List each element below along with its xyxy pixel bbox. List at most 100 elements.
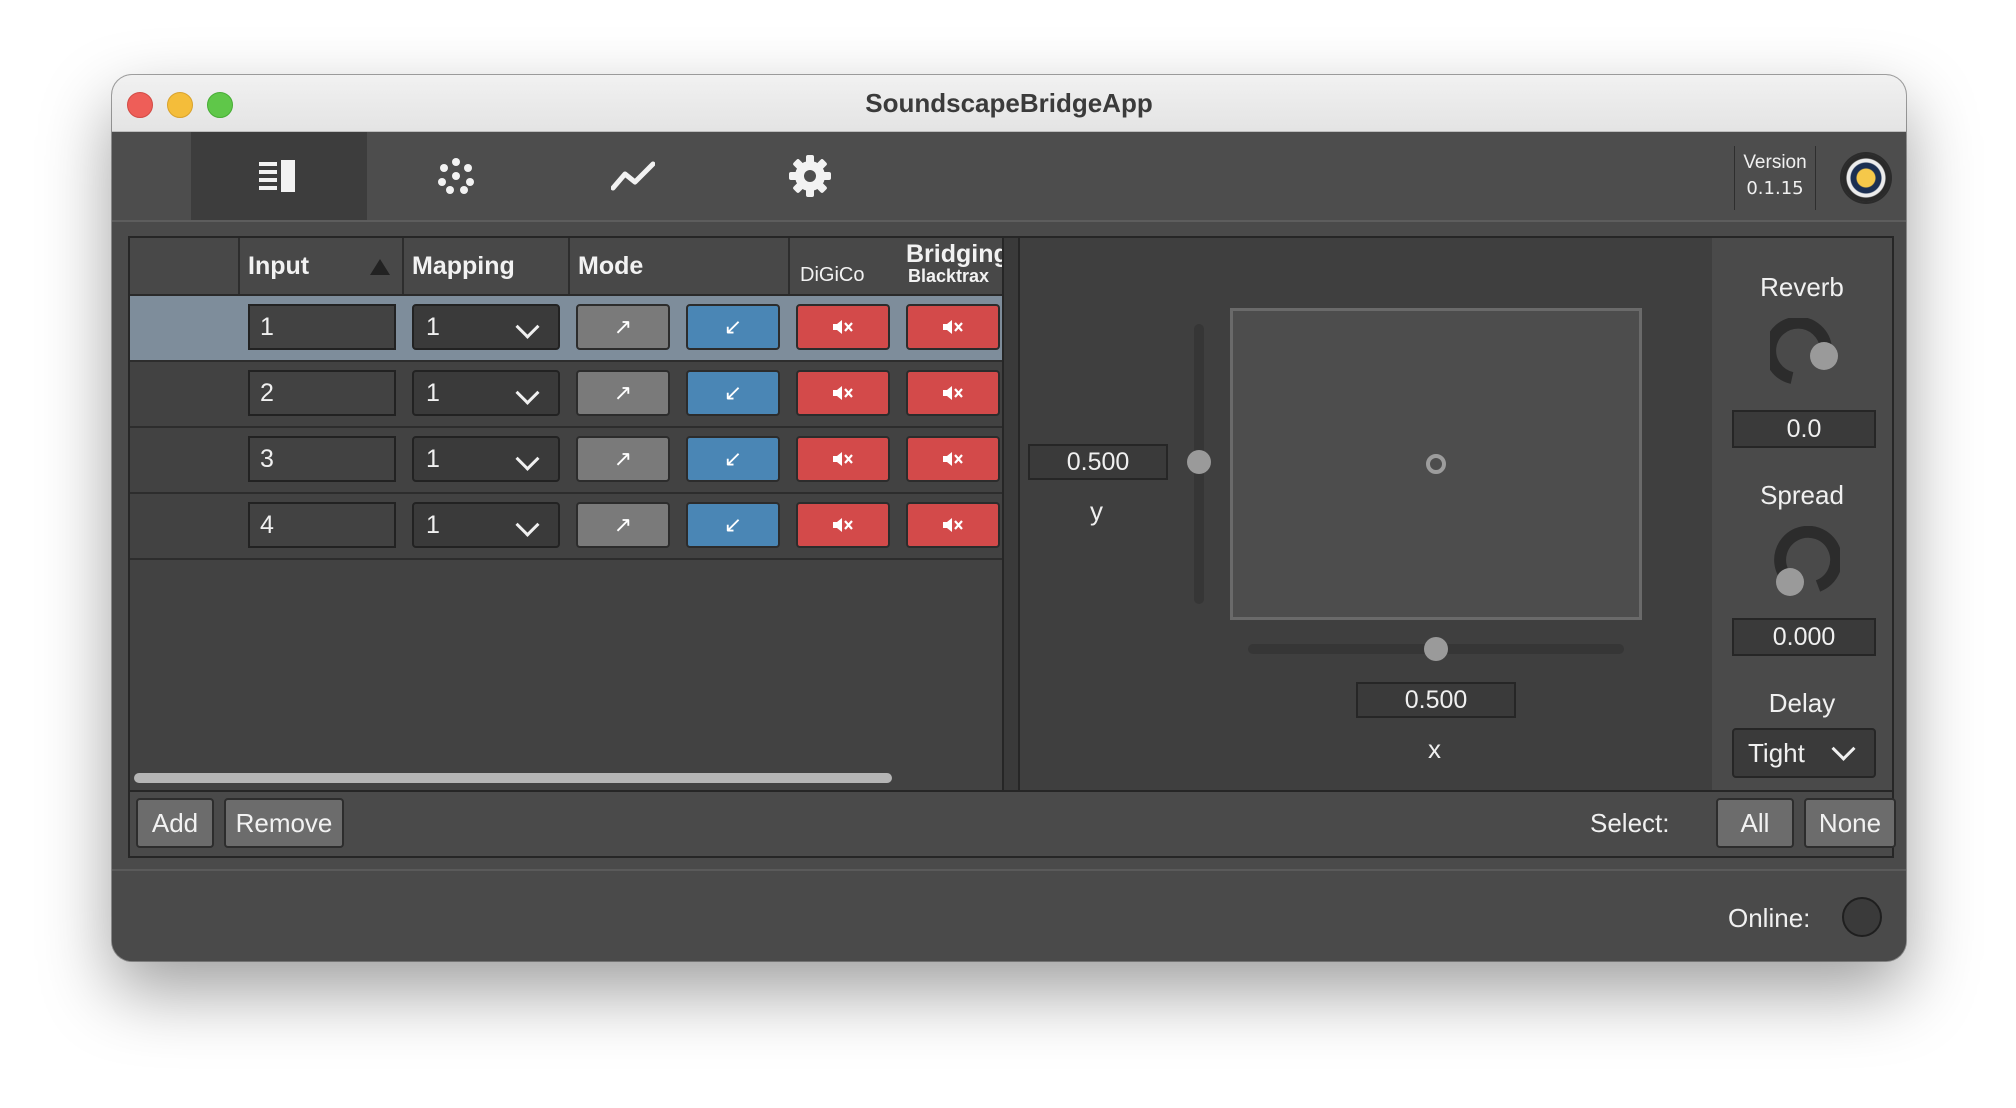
panel-divider[interactable]: [1002, 238, 1020, 790]
main-content: Input Mapping Mode Bridging DiGiCo Black…: [128, 236, 1896, 858]
spread-value-field[interactable]: 0.000: [1732, 618, 1876, 656]
input-number-field[interactable]: 2: [248, 370, 396, 416]
input-number-field[interactable]: 3: [248, 436, 396, 482]
spread-label: Spread: [1760, 480, 1844, 510]
speaker-muted-icon: [943, 518, 963, 532]
digico-mute-button[interactable]: [796, 502, 890, 548]
blacktrax-mute-button[interactable]: [906, 304, 1000, 350]
delay-mode-dropdown[interactable]: Tight: [1732, 728, 1876, 778]
speaker-muted-icon: [833, 386, 853, 400]
speaker-muted-icon: [943, 452, 963, 466]
version-number: 0.1.15: [1746, 178, 1804, 199]
table-action-bar: Add Remove Select: All None: [130, 790, 1896, 856]
chevron-down-icon: [515, 380, 540, 405]
table-row[interactable]: 2 1 ↗ ↙: [130, 362, 1002, 428]
mode-receive-button[interactable]: ↙: [686, 436, 780, 482]
x-value-field[interactable]: 0.500: [1356, 682, 1516, 718]
speaker-muted-icon: [943, 320, 963, 334]
speaker-muted-icon: [833, 518, 853, 532]
blacktrax-mute-button[interactable]: [906, 436, 1000, 482]
table-row[interactable]: 1 1 ↗ ↙: [130, 296, 1002, 362]
input-number-field[interactable]: 4: [248, 502, 396, 548]
mapping-dropdown[interactable]: 1: [412, 436, 560, 482]
select-label: Select:: [1590, 808, 1670, 838]
version-label: Version: [1743, 152, 1807, 173]
multi-slider-dots-icon: [438, 158, 474, 194]
mode-transmit-button[interactable]: ↗: [576, 436, 670, 482]
sort-ascending-icon: [370, 259, 390, 275]
table-view-icon: [259, 160, 295, 192]
toolbar: Version 0.1.15: [112, 132, 1906, 222]
mapping-value: 1: [426, 379, 440, 407]
select-none-button[interactable]: None: [1804, 798, 1896, 848]
x-slider-thumb[interactable]: [1424, 637, 1448, 661]
remove-button[interactable]: Remove: [224, 798, 344, 848]
mode-receive-button[interactable]: ↙: [686, 370, 780, 416]
add-button[interactable]: Add: [136, 798, 214, 848]
reverb-label: Reverb: [1760, 272, 1844, 302]
chevron-down-icon: [515, 446, 540, 471]
table-header: Input Mapping Mode Bridging DiGiCo Black…: [130, 238, 1002, 296]
column-header-input-label: Input: [248, 252, 310, 280]
digico-mute-button[interactable]: [796, 304, 890, 350]
delay-mode-value: Tight: [1748, 738, 1805, 768]
position-marker[interactable]: [1426, 454, 1446, 474]
tab-settings[interactable]: [722, 132, 898, 220]
chart-line-icon: [611, 161, 655, 191]
xy-position-pad[interactable]: [1230, 308, 1642, 620]
mapping-value: 1: [426, 445, 440, 473]
window-title: SoundscapeBridgeApp: [865, 88, 1153, 118]
input-number-field[interactable]: 1: [248, 304, 396, 350]
blacktrax-mute-button[interactable]: [906, 370, 1000, 416]
chevron-down-icon: [515, 314, 540, 339]
speaker-muted-icon: [943, 386, 963, 400]
mapping-value: 1: [426, 313, 440, 341]
chevron-down-icon: [515, 512, 540, 537]
speaker-muted-icon: [833, 452, 853, 466]
y-slider-thumb[interactable]: [1187, 450, 1211, 474]
speaker-muted-icon: [833, 320, 853, 334]
digico-label: DiGiCo: [800, 264, 865, 286]
y-axis-label: y: [1090, 496, 1103, 526]
reverb-value-field[interactable]: 0.0: [1732, 410, 1876, 448]
digico-mute-button[interactable]: [796, 370, 890, 416]
position-panel: 0.500 y 0.500 x: [1020, 238, 1712, 790]
app-logo-icon[interactable]: [1842, 154, 1890, 202]
mode-transmit-button[interactable]: ↗: [576, 370, 670, 416]
status-bar: Online:: [112, 869, 1906, 961]
column-header-input[interactable]: Input: [238, 238, 402, 294]
effects-sidebar: Reverb 0.0 Spread 0.000 Delay Tight: [1712, 238, 1892, 790]
table-row[interactable]: 3 1 ↗ ↙: [130, 428, 1002, 494]
tab-statistics[interactable]: [545, 132, 721, 220]
mapping-dropdown[interactable]: 1: [412, 304, 560, 350]
chevron-down-icon: [1831, 736, 1856, 761]
tab-table-view[interactable]: [191, 132, 367, 220]
mapping-dropdown[interactable]: 1: [412, 370, 560, 416]
y-value-field[interactable]: 0.500: [1028, 444, 1168, 480]
column-header-mode[interactable]: Mode: [568, 238, 788, 294]
mode-transmit-button[interactable]: ↗: [576, 304, 670, 350]
column-header-mode-label: Mode: [578, 252, 644, 280]
table-row[interactable]: 4 1 ↗ ↙: [130, 494, 1002, 560]
reverb-knob[interactable]: [1770, 318, 1840, 388]
x-axis-label: x: [1428, 734, 1441, 764]
select-all-button[interactable]: All: [1716, 798, 1794, 848]
blacktrax-mute-button[interactable]: [906, 502, 1000, 548]
horizontal-scrollbar[interactable]: [134, 773, 892, 783]
digico-mute-button[interactable]: [796, 436, 890, 482]
mapping-dropdown[interactable]: 1: [412, 502, 560, 548]
bridging-label: Bridging: [906, 240, 1002, 268]
input-table: Input Mapping Mode Bridging DiGiCo Black…: [130, 238, 1002, 790]
spread-knob[interactable]: [1770, 526, 1840, 596]
version-info: Version 0.1.15: [1734, 146, 1816, 210]
app-window: SoundscapeBridgeApp Version 0.1.15 Input…: [112, 75, 1906, 961]
column-header-mapping[interactable]: Mapping: [402, 238, 568, 294]
mode-transmit-button[interactable]: ↗: [576, 502, 670, 548]
mode-receive-button[interactable]: ↙: [686, 502, 780, 548]
mode-receive-button[interactable]: ↙: [686, 304, 780, 350]
tab-multi-slider[interactable]: [368, 132, 544, 220]
gear-icon: [789, 155, 831, 197]
title-bar: SoundscapeBridgeApp: [112, 75, 1906, 132]
delay-label: Delay: [1768, 688, 1836, 718]
column-header-mapping-label: Mapping: [412, 252, 515, 280]
